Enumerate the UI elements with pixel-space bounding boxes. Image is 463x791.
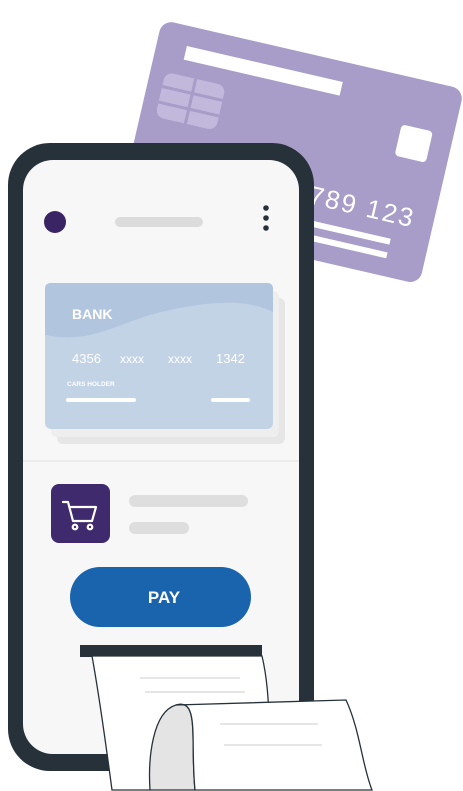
payment-illustration: 789 123 BANK 4356 xxxx xxxx 1342 CARS HO… <box>0 0 463 791</box>
card-expiry-line <box>211 398 250 402</box>
card-number-group-4: 1342 <box>216 351 245 366</box>
receipt <box>80 645 373 791</box>
receipt-slot <box>80 645 262 657</box>
card-number-group-2: xxxx <box>120 352 144 366</box>
header-title-placeholder <box>115 217 203 227</box>
bank-name: BANK <box>72 306 112 322</box>
product-price-placeholder <box>129 522 189 534</box>
card-holder-label: CARS HOLDER <box>67 381 115 388</box>
cart-icon-tile <box>51 484 110 543</box>
product-title-placeholder <box>129 495 248 507</box>
vertical-dots-icon[interactable] <box>263 205 269 231</box>
pay-button[interactable]: PAY <box>70 567 251 627</box>
card-holder-line <box>66 398 136 402</box>
card-number-group-1: 4356 <box>72 351 101 366</box>
bank-card-stack[interactable]: BANK 4356 xxxx xxxx 1342 CARS HOLDER <box>45 283 285 444</box>
pay-button-label: PAY <box>148 588 181 607</box>
card-number-group-3: xxxx <box>168 352 192 366</box>
avatar[interactable] <box>44 211 66 233</box>
